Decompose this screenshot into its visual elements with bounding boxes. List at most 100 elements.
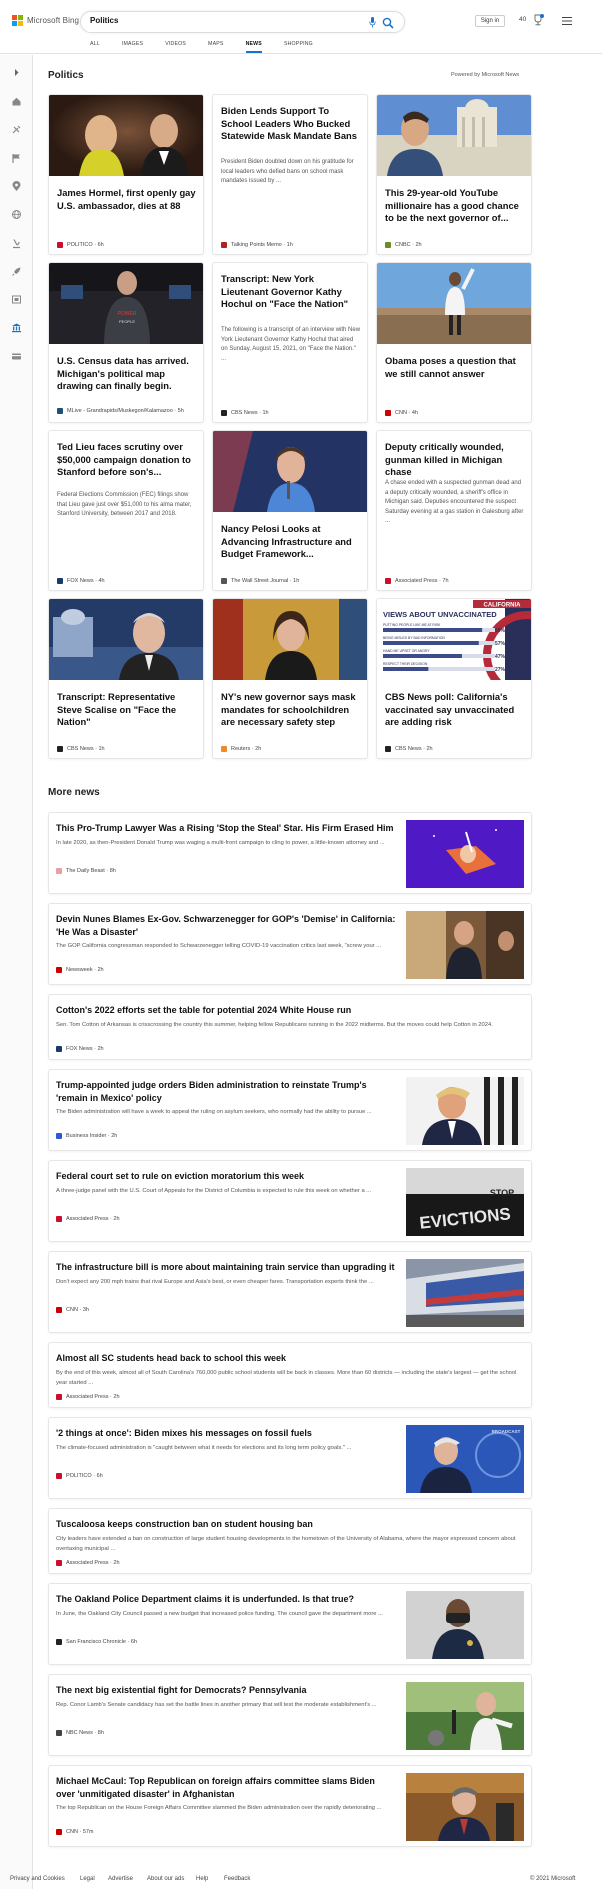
tab-all[interactable]: ALL	[90, 41, 100, 47]
rewards-points[interactable]: 40	[519, 16, 526, 23]
more-news-source[interactable]: NBC News · 8h	[56, 1730, 104, 1736]
more-news-title[interactable]: Almost all SC students head back to scho…	[56, 1352, 522, 1365]
tab-news[interactable]: NEWS	[245, 41, 263, 53]
more-news-image[interactable]	[406, 1591, 524, 1659]
news-card-image[interactable]	[213, 431, 367, 512]
news-card-source[interactable]: Talking Points Memo · 1h	[221, 242, 293, 248]
more-news-item[interactable]: The Oakland Police Department claims it …	[48, 1583, 532, 1665]
news-card[interactable]: Deputy critically wounded, gunman killed…	[376, 430, 532, 591]
more-news-item[interactable]: Almost all SC students head back to scho…	[48, 1342, 532, 1408]
more-news-item[interactable]: The infrastructure bill is more about ma…	[48, 1251, 532, 1333]
tab-shopping[interactable]: SHOPPING	[284, 41, 313, 47]
news-card-image[interactable]	[377, 95, 531, 176]
more-news-item[interactable]: Federal court set to rule on eviction mo…	[48, 1160, 532, 1242]
more-news-title[interactable]: The Oakland Police Department claims it …	[56, 1593, 396, 1606]
news-card-image[interactable]	[49, 599, 203, 680]
tab-videos[interactable]: VIDEOS	[165, 41, 186, 47]
more-news-source[interactable]: POLITICO · 6h	[56, 1473, 103, 1479]
news-card-source[interactable]: CNN · 4h	[385, 410, 418, 416]
news-card[interactable]: James Hormel, first openly gay U.S. amba…	[48, 94, 204, 255]
news-card[interactable]: CALIFORNIA VIEWS ABOUT UNVACCINATED PUTTIN…	[376, 598, 532, 759]
location-icon[interactable]	[11, 181, 22, 192]
tab-maps[interactable]: MAPS	[208, 41, 224, 47]
more-news-item[interactable]: Devin Nunes Blames Ex-Gov. Schwarzenegge…	[48, 903, 532, 985]
more-news-item[interactable]: Cotton's 2022 efforts set the table for …	[48, 994, 532, 1060]
more-news-title[interactable]: Michael McCaul: Top Republican on foreig…	[56, 1775, 396, 1800]
news-card-title[interactable]: James Hormel, first openly gay U.S. amba…	[57, 187, 197, 212]
news-card-image[interactable]	[213, 599, 367, 680]
bing-logo[interactable]: Microsoft Bing	[12, 15, 79, 26]
more-news-title[interactable]: '2 things at once': Biden mixes his mess…	[56, 1427, 396, 1440]
footer-link[interactable]: Privacy and Cookies	[10, 1876, 65, 1882]
more-news-image[interactable]	[406, 911, 524, 979]
news-card[interactable]: Biden Lends Support To School Leaders Wh…	[212, 94, 368, 255]
home-icon[interactable]	[11, 96, 22, 107]
more-news-title[interactable]: This Pro-Trump Lawyer Was a Rising 'Stop…	[56, 822, 396, 835]
news-card-title[interactable]: Nancy Pelosi Looks at Advancing Infrastr…	[221, 523, 361, 561]
chevron-right-icon[interactable]	[11, 67, 22, 78]
more-news-image[interactable]: BROADCAST	[406, 1425, 524, 1493]
more-news-source[interactable]: Business Insider · 2h	[56, 1133, 117, 1139]
news-card-title[interactable]: Ted Lieu faces scrutiny over $50,000 cam…	[57, 441, 197, 479]
more-news-source[interactable]: Newsweek · 2h	[56, 967, 104, 973]
more-news-item[interactable]: Tuscaloosa keeps construction ban on stu…	[48, 1508, 532, 1574]
sign-in-button[interactable]: Sign in	[475, 15, 505, 27]
footer-link[interactable]: Feedback	[224, 1876, 250, 1882]
news-card-image[interactable]: POWER PEOPLE	[49, 263, 203, 344]
tab-images[interactable]: IMAGES	[122, 41, 143, 47]
more-news-item[interactable]: Michael McCaul: Top Republican on foreig…	[48, 1765, 532, 1847]
more-news-source[interactable]: San Francisco Chronicle · 6h	[56, 1639, 137, 1645]
more-news-image[interactable]	[406, 1077, 524, 1145]
more-news-title[interactable]: Trump-appointed judge orders Biden admin…	[56, 1079, 396, 1104]
news-card-source[interactable]: Associated Press · 7h	[385, 578, 449, 584]
news-card-title[interactable]: Obama poses a question that we still can…	[385, 355, 525, 380]
news-card-image[interactable]	[49, 95, 203, 176]
news-card-source[interactable]: CBS News · 1h	[57, 746, 105, 752]
search-input[interactable]	[90, 16, 360, 25]
rewards-trophy-icon[interactable]	[531, 13, 545, 27]
more-news-title[interactable]: The infrastructure bill is more about ma…	[56, 1261, 396, 1274]
news-card-title[interactable]: CBS News poll: California's vaccinated s…	[385, 691, 525, 729]
more-news-source[interactable]: The Daily Beast · 8h	[56, 868, 116, 874]
news-card-source[interactable]: CBS News · 2h	[385, 746, 433, 752]
news-card-title[interactable]: Transcript: Representative Steve Scalise…	[57, 691, 197, 729]
more-news-image[interactable]	[406, 1773, 524, 1841]
news-card-title[interactable]: U.S. Census data has arrived. Michigan's…	[57, 355, 197, 393]
news-card-source[interactable]: MLive - Grandrapids/Muskegon/Kalamazoo ·…	[57, 408, 197, 414]
news-card-image[interactable]: CALIFORNIA VIEWS ABOUT UNVACCINATED PUTTIN…	[377, 599, 531, 680]
news-card-title[interactable]: This 29-year-old YouTube millionaire has…	[385, 187, 525, 225]
bank-icon[interactable]	[11, 322, 22, 333]
news-card-source[interactable]: The Wall Street Journal · 1h	[221, 578, 299, 584]
credit-card-icon[interactable]	[11, 351, 22, 362]
more-news-title[interactable]: Devin Nunes Blames Ex-Gov. Schwarzenegge…	[56, 913, 396, 938]
more-news-item[interactable]: The next big existential fight for Democ…	[48, 1674, 532, 1756]
more-news-source[interactable]: Associated Press · 2h	[56, 1394, 120, 1400]
more-news-title[interactable]: The next big existential fight for Democ…	[56, 1684, 396, 1697]
more-news-source[interactable]: FOX News · 2h	[56, 1046, 104, 1052]
news-card[interactable]: POWER PEOPLE U.S. Census data has arrived.…	[48, 262, 204, 423]
more-news-image[interactable]	[406, 1682, 524, 1750]
more-news-item[interactable]: '2 things at once': Biden mixes his mess…	[48, 1417, 532, 1499]
film-icon[interactable]	[11, 294, 22, 305]
footer-link[interactable]: Advertise	[108, 1876, 133, 1882]
search-icon[interactable]	[382, 17, 394, 29]
microscope-icon[interactable]	[11, 238, 22, 249]
news-card-title[interactable]: Deputy critically wounded, gunman killed…	[385, 441, 525, 479]
news-card-title[interactable]: NY's new governor says mask mandates for…	[221, 691, 361, 729]
more-news-item[interactable]: This Pro-Trump Lawyer Was a Rising 'Stop…	[48, 812, 532, 894]
news-card-title[interactable]: Biden Lends Support To School Leaders Wh…	[221, 105, 361, 143]
more-news-source[interactable]: CNN · 57m	[56, 1829, 94, 1835]
microphone-icon[interactable]	[369, 17, 376, 28]
news-card-source[interactable]: POLITICO · 6h	[57, 242, 104, 248]
news-card-source[interactable]: CNBC · 2h	[385, 242, 422, 248]
footer-link[interactable]: Help	[196, 1876, 208, 1882]
flag-icon[interactable]	[11, 153, 22, 164]
more-news-source[interactable]: CNN · 3h	[56, 1307, 89, 1313]
news-card[interactable]: Obama poses a question that we still can…	[376, 262, 532, 423]
tools-icon[interactable]	[11, 124, 22, 135]
news-card-source[interactable]: Reuters · 2h	[221, 746, 261, 752]
menu-icon[interactable]	[562, 17, 572, 25]
news-card[interactable]: Transcript: Representative Steve Scalise…	[48, 598, 204, 759]
news-card-source[interactable]: FOX News · 4h	[57, 578, 105, 584]
news-card[interactable]: Ted Lieu faces scrutiny over $50,000 cam…	[48, 430, 204, 591]
